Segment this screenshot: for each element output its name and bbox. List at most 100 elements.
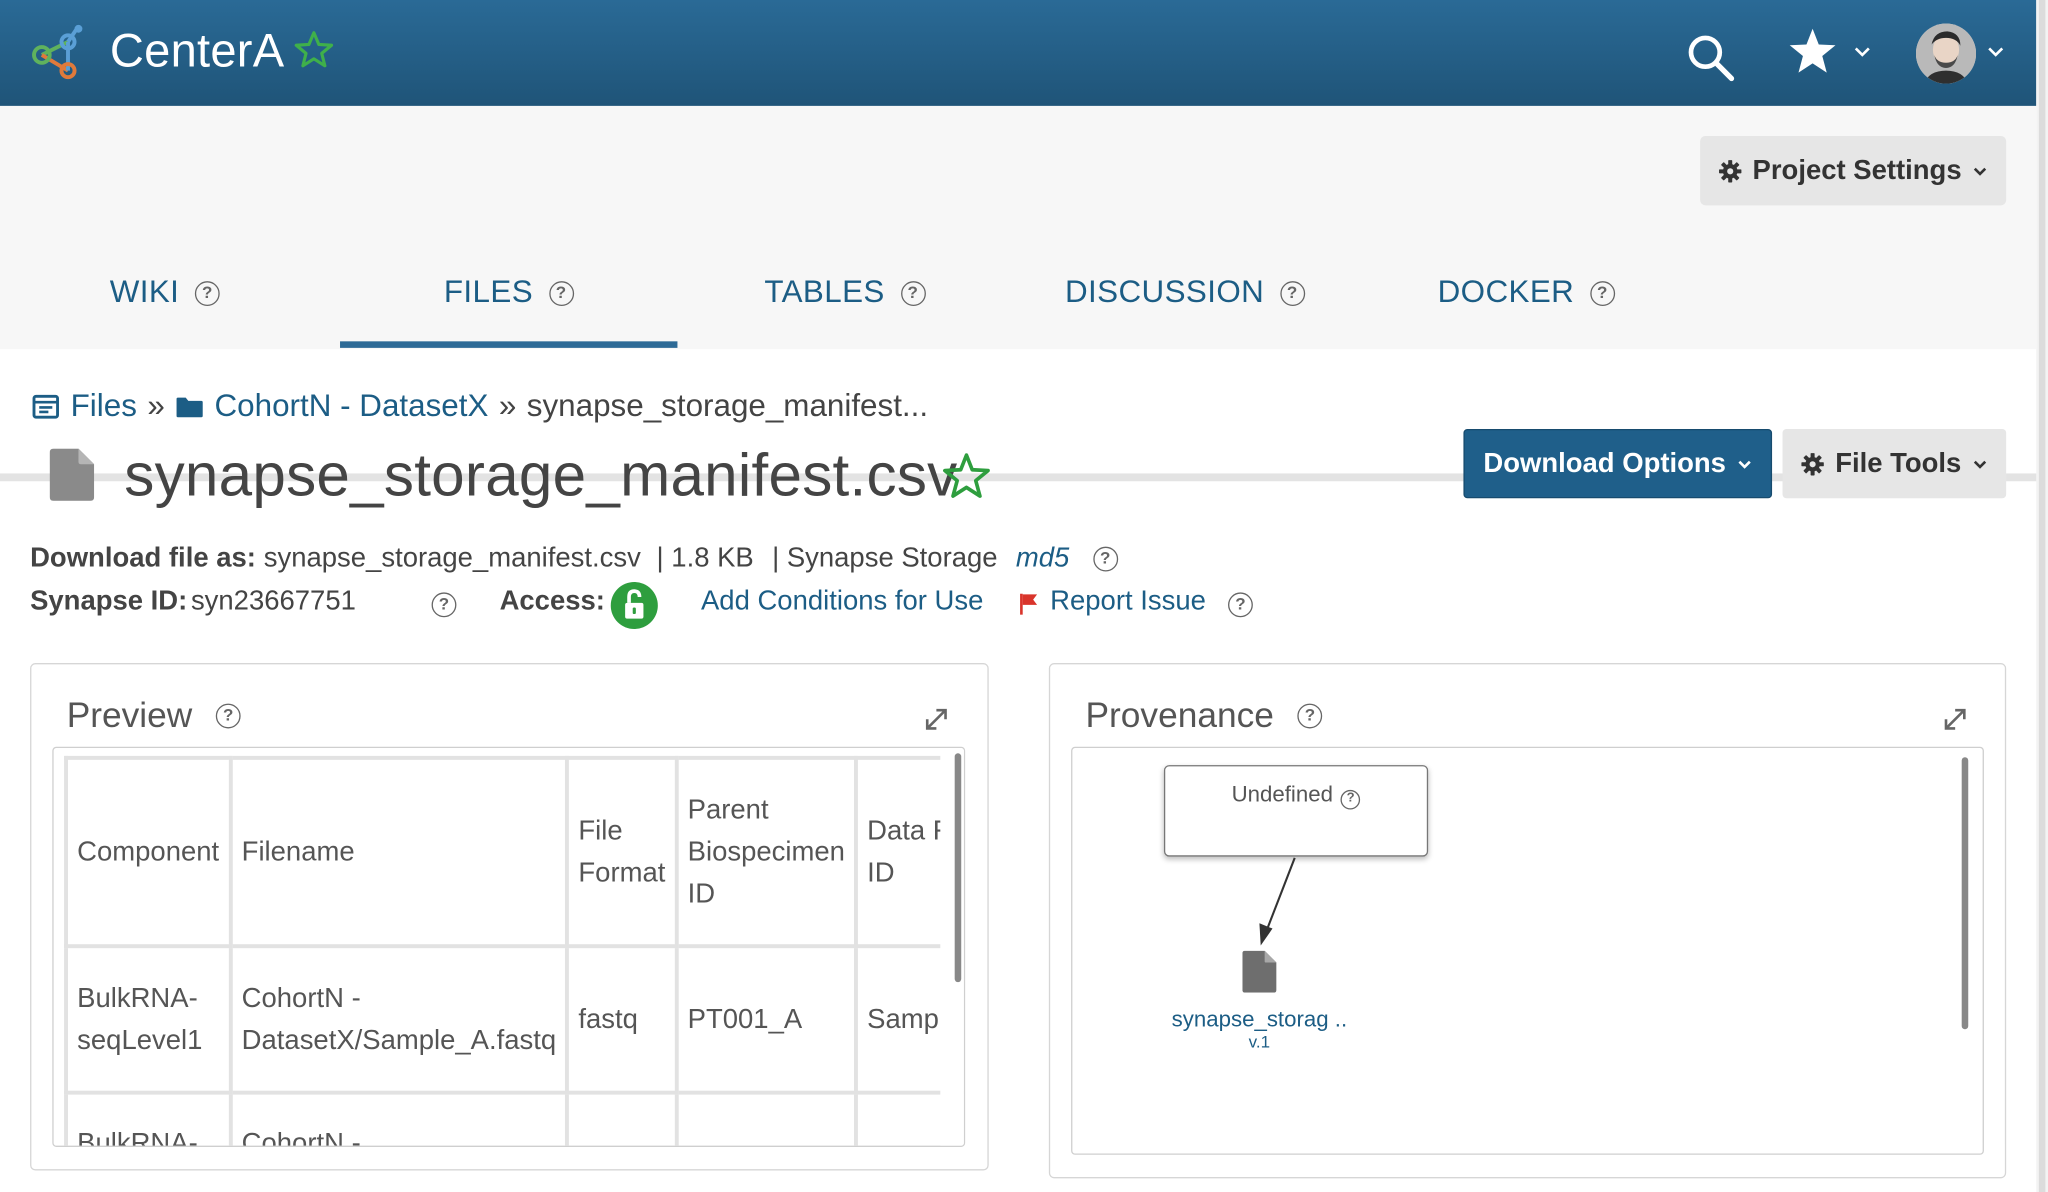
help-icon[interactable]: ? [1589,280,1615,306]
table-row: BulkRNA- CohortN - [64,1090,964,1146]
project-header: Project Settings WIKI? FILES? TABLES? DI… [0,105,2037,482]
page: CenterA Project Settings WIKI ? FILES ? … [0,0,2048,1192]
provenance-title-text: Provenance [1085,695,1274,735]
add-conditions-link[interactable]: Add Conditions for Use [701,586,983,617]
report-issue-link[interactable]: Report Issue [1050,586,1206,617]
centera-logo-icon[interactable] [29,21,92,84]
help-icon[interactable]: ? [215,703,241,729]
column-header-file-format: File Format [565,755,679,949]
chevron-down-icon [1973,167,1987,176]
tab-tables-label: TABLES [764,274,885,310]
cell-text: seqLevel1 [77,1024,203,1055]
search-icon[interactable] [1684,31,1736,83]
tab-wiki-label: WIKI [109,274,180,310]
header-text: File [578,815,623,846]
project-settings-label: Project Settings [1752,154,1962,186]
column-header-component: Component [64,755,233,949]
help-icon[interactable]: ? [900,280,926,306]
chevron-down-icon [1738,460,1751,469]
column-header-parent-biospecimen-id: Parent Biospecimen ID [674,755,858,949]
preview-scrollbar-thumb[interactable] [954,753,962,983]
download-options-label: Download Options [1483,447,1726,479]
synapse-id-value: syn23667751 [190,585,356,616]
help-icon[interactable]: ? [1340,789,1361,810]
expand-icon[interactable] [922,705,951,734]
storage-location: | Synapse Storage [772,542,998,573]
tab-docker-label: DOCKER [1437,274,1575,310]
activity-node-label: Undefined [1231,782,1333,807]
provenance-panel: Provenance ? Undefined? synapse_storag .… [1048,663,2007,1179]
gear-icon [1801,452,1825,475]
page-scrollbar[interactable] [2036,0,2048,1192]
preview-title: Preview ? [67,696,241,737]
file-node-label[interactable]: synapse_storag .. [1151,1007,1368,1033]
unlocked-access-icon[interactable] [610,581,658,630]
file-node-version: v.1 [1248,1031,1271,1052]
download-as-value: synapse_storage_manifest.csv [263,542,641,573]
table-cell [565,1090,679,1146]
help-icon[interactable]: ? [431,592,457,618]
header-text: Parent [687,794,769,825]
tab-docker[interactable]: DOCKER? [1412,237,1640,349]
expand-icon[interactable] [1941,705,1970,734]
project-settings-button[interactable]: Project Settings [1700,136,2007,206]
download-options-button[interactable]: Download Options [1463,428,1773,499]
md5-link[interactable]: md5 [1016,543,1069,574]
favorites-star-icon[interactable] [1786,26,1838,78]
header-text: Format [578,857,666,888]
file-tools-button[interactable]: File Tools [1782,428,2007,499]
help-icon[interactable]: ? [1228,592,1253,618]
project-favorite-star-icon[interactable] [293,29,335,71]
column-header-filename: Filename [228,755,570,949]
tab-discussion[interactable]: DISCUSSION? [1046,237,1323,349]
activity-node[interactable]: Undefined? [1163,765,1429,857]
table-cell [674,1090,858,1146]
flag-icon [1020,593,1038,615]
header-text: Component [77,836,220,867]
active-tab-indicator [340,341,678,348]
preview-title-text: Preview [66,695,193,735]
table-cell: BulkRNA- [64,1090,233,1146]
tab-tables[interactable]: TABLES? [740,237,949,349]
help-icon[interactable]: ? [1279,280,1305,306]
help-icon[interactable]: ? [548,280,574,306]
favorites-chevron-down-icon[interactable] [1852,44,1873,60]
preview-table: Component Filename File Format Parent Bios… [64,755,964,1146]
tab-files[interactable]: FILES? [413,237,604,349]
user-menu-chevron-down-icon[interactable] [1985,44,2006,60]
folder-icon [176,397,203,418]
project-tabs: WIKI? FILES? TABLES? DISCUSSION? DOCKER? [0,237,2037,482]
file-node-icon[interactable] [1242,950,1277,993]
file-icon [49,448,95,501]
table-cell: CohortN - DatasetX/Sample_A.fastq [228,944,570,1095]
file-download-info: Download file as: synapse_storage_manife… [30,543,1118,574]
provenance-scrollbar-thumb[interactable] [1961,757,1969,1030]
help-icon[interactable]: ? [1092,546,1118,571]
top-navbar: CenterA [0,0,2037,106]
app-name[interactable]: CenterA [110,24,285,79]
help-icon[interactable]: ? [1297,703,1323,729]
breadcrumb-current: synapse_storage_manifest... [526,388,929,424]
help-icon[interactable]: ? [194,280,220,306]
file-id-access-info: Synapse ID: syn23667751 ? Access: Add Co… [30,581,1338,630]
table-cell: BulkRNA-seqLevel1 [64,944,233,1095]
header-text: Filename [241,836,355,867]
breadcrumb-folder-link[interactable]: CohortN - DatasetX [215,388,489,425]
files-list-icon [32,394,59,419]
tab-files-label: FILES [443,274,534,310]
tab-discussion-label: DISCUSSION [1064,274,1265,310]
page-scrollbar-thumb[interactable] [2038,0,2046,1192]
file-tools-label: File Tools [1835,447,1962,479]
breadcrumb-files-link[interactable]: Files [71,388,137,425]
provenance-graph[interactable]: Undefined? synapse_storag .. v.1 [1071,746,1984,1155]
header-text: ID [687,878,716,909]
breadcrumb-separator: » [498,388,517,424]
header-text: Biospecimen [687,836,845,867]
table-row: BulkRNA-seqLevel1 CohortN - DatasetX/Samp… [64,944,964,1095]
file-size: | 1.8 KB [656,542,754,573]
preview-panel: Preview ? Component Filename File Format … [30,663,989,1171]
preview-table-container[interactable]: Component Filename File Format Parent Bios… [52,746,966,1147]
file-favorite-star-icon[interactable] [940,451,992,503]
user-avatar[interactable] [1915,23,1977,84]
tab-wiki[interactable]: WIKI? [78,237,251,349]
